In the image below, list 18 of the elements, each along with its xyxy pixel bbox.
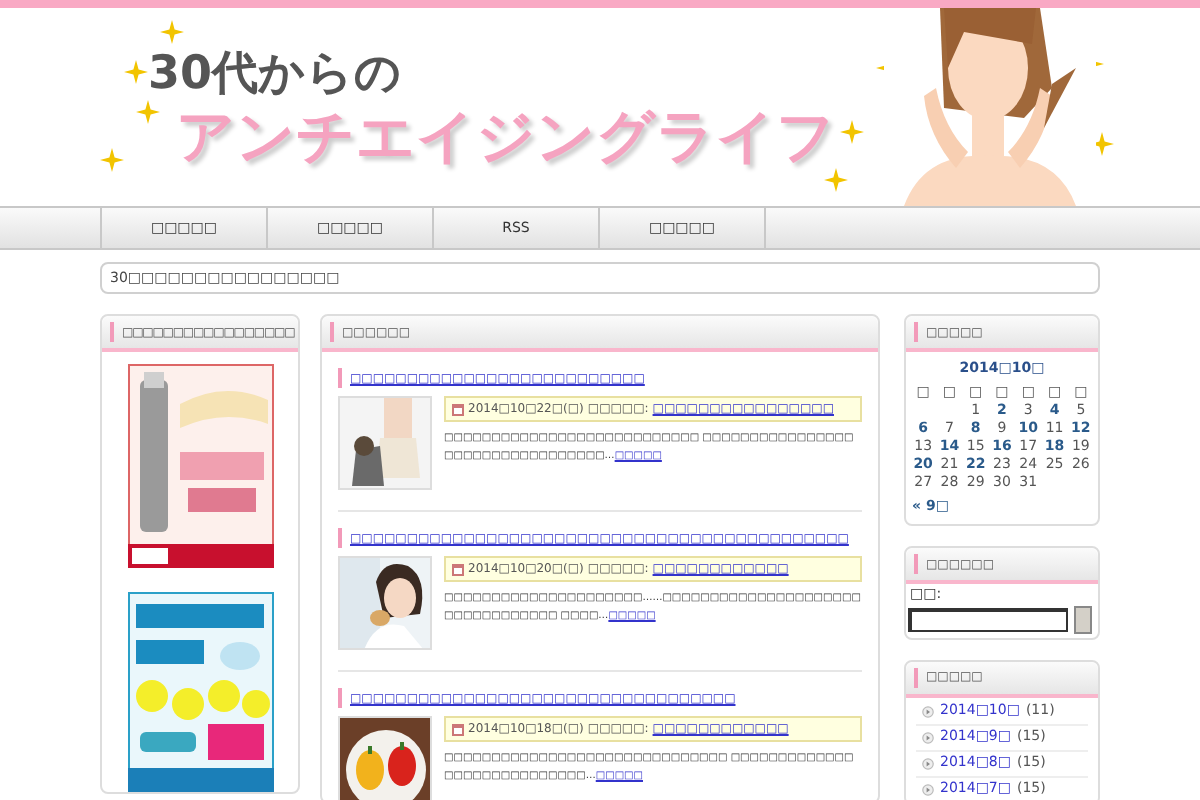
arrow-icon	[922, 757, 934, 769]
site-title-line: アンチエイジングライフ	[176, 108, 836, 166]
arrow-icon	[922, 731, 934, 743]
sparkle-icon	[136, 100, 160, 124]
search-button[interactable]	[1074, 605, 1092, 633]
sparkle-icon	[840, 120, 864, 144]
arrow-icon	[922, 705, 934, 717]
sparkle-icon	[100, 148, 124, 172]
arrow-icon	[922, 783, 934, 795]
sparkle-icon	[824, 168, 848, 192]
site-title-line: 30代からの	[148, 52, 403, 98]
calendar-icon	[452, 563, 464, 575]
sparkle-icon	[1090, 132, 1114, 156]
calendar-icon	[452, 723, 464, 735]
search-field[interactable]	[908, 607, 1068, 631]
sparkle-icon	[124, 60, 148, 84]
sparkle-icon	[160, 20, 184, 44]
calendar-icon	[452, 403, 464, 415]
